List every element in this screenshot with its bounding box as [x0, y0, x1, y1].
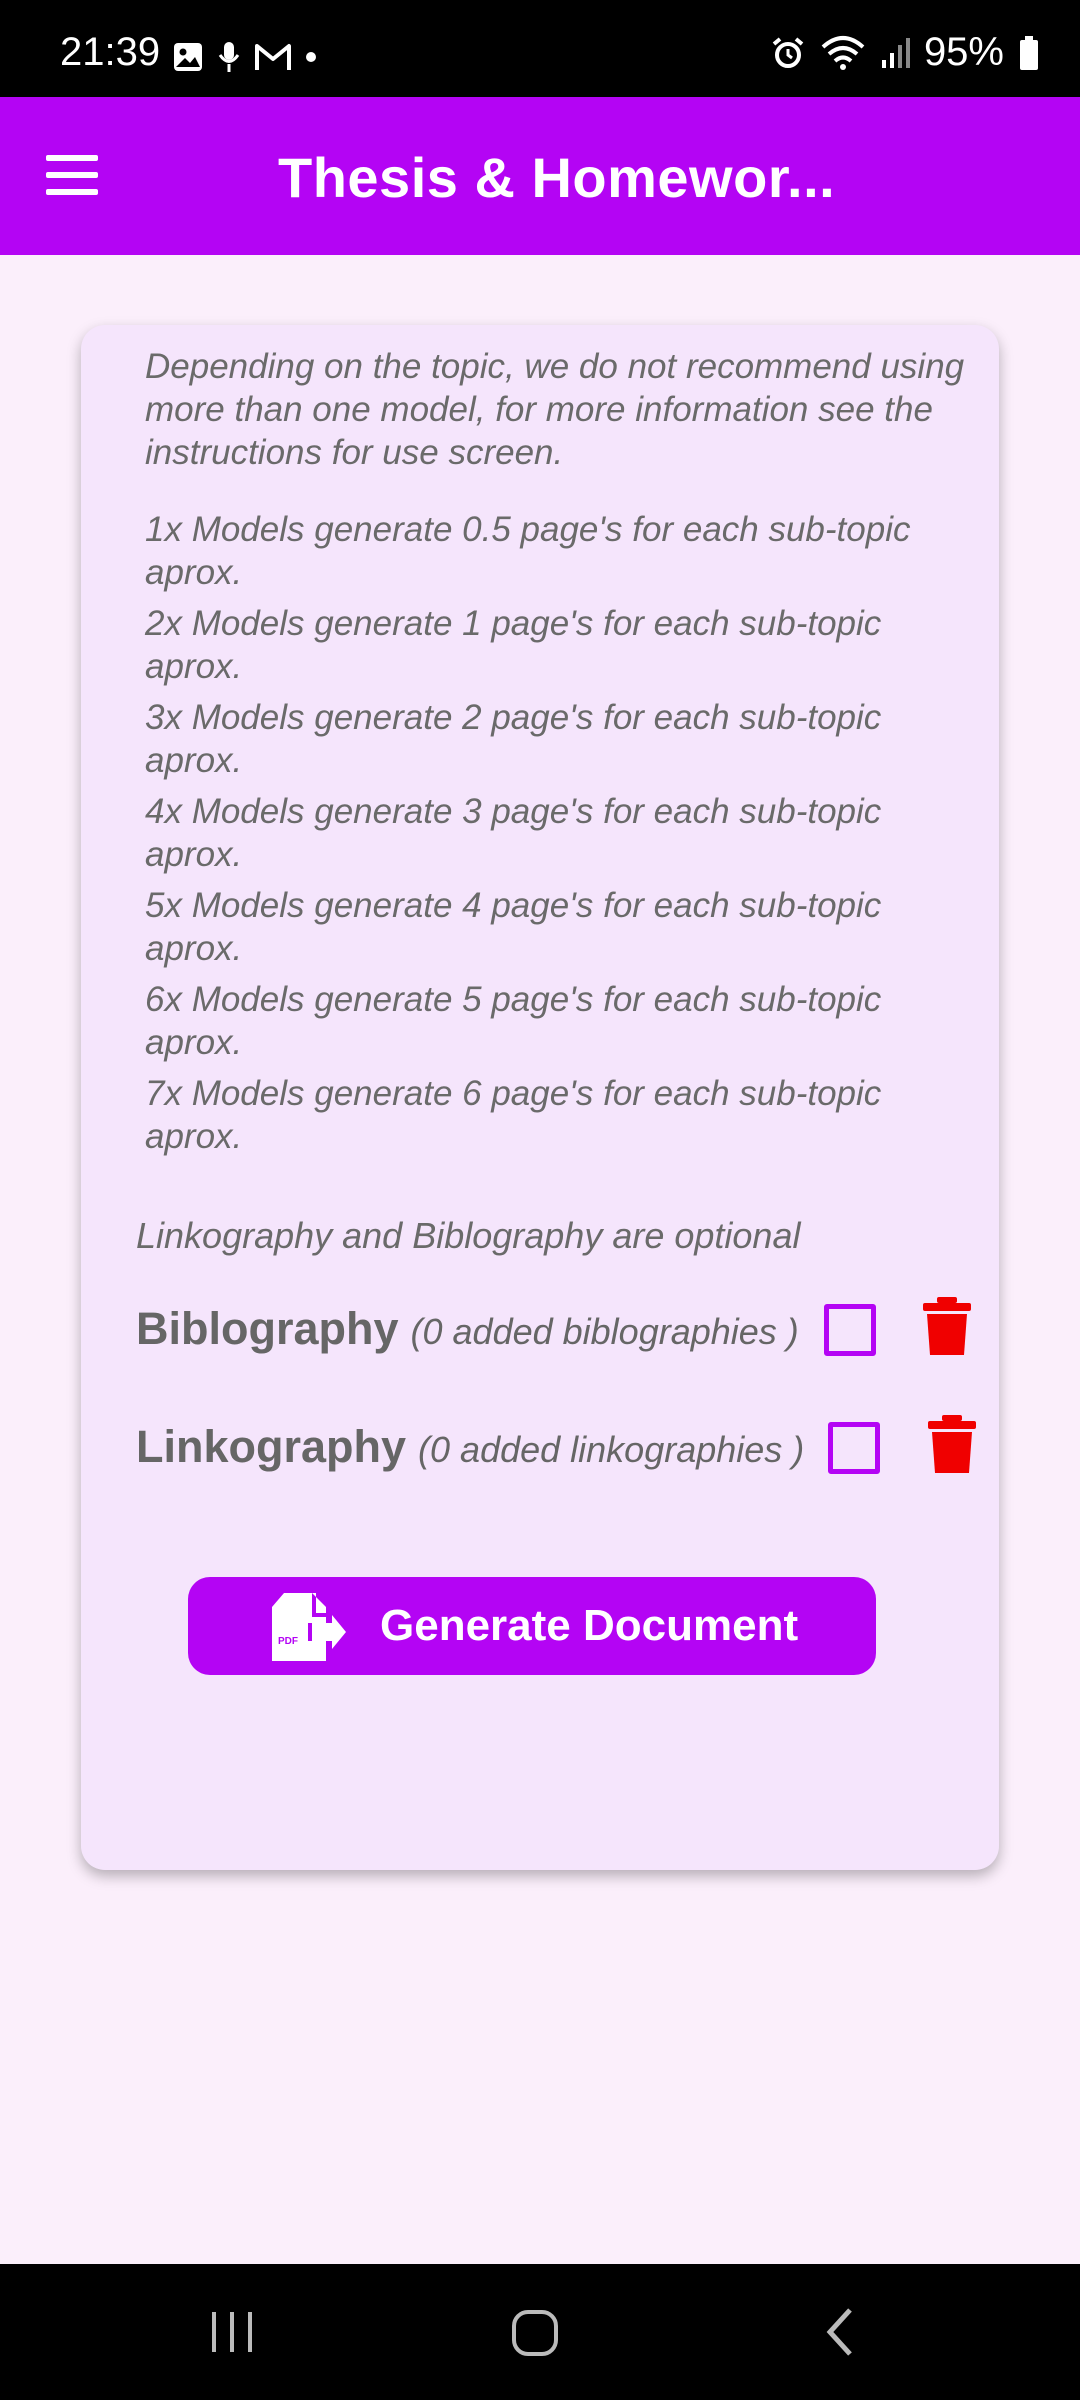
status-system-icons: 95%	[770, 30, 1040, 75]
linkography-delete-icon[interactable]	[926, 1415, 978, 1475]
model-item-5x: 5x Models generate 4 page's for each sub…	[145, 886, 882, 968]
generate-document-label: Generate Document	[380, 1601, 799, 1650]
battery-percent: 95%	[923, 30, 1004, 74]
status-notification-icons	[172, 40, 316, 74]
info-text: Depending on the topic, we do not recomm…	[145, 345, 995, 474]
battery-icon	[1020, 35, 1038, 70]
gmail-icon	[255, 44, 291, 70]
alarm-icon	[772, 36, 804, 68]
model-item-2x: 2x Models generate 1 page's for each sub…	[145, 604, 882, 686]
model-item-7x: 7x Models generate 6 page's for each sub…	[145, 1074, 882, 1156]
linkography-row: Linkography (0 added linkographies )	[136, 1421, 804, 1473]
hamburger-menu-icon[interactable]	[40, 149, 106, 203]
model-item-4x: 4x Models generate 3 page's for each sub…	[145, 792, 882, 874]
status-time: 21:39	[60, 30, 161, 74]
mic-icon	[218, 42, 240, 72]
linkography-count: (0 added linkographies )	[418, 1429, 805, 1470]
navigation-bar	[0, 2264, 1080, 2400]
models-list: 1x Models generate 0.5 page's for each s…	[145, 508, 965, 1166]
linkography-checkbox[interactable]	[828, 1422, 880, 1474]
biblography-row: Biblography (0 added biblographies )	[136, 1303, 799, 1355]
back-icon[interactable]	[820, 2304, 860, 2360]
generate-document-button[interactable]: PDF Generate Document	[188, 1577, 876, 1675]
pdf-export-icon: PDF	[272, 1593, 346, 1661]
dot-icon	[306, 52, 316, 62]
biblography-delete-icon[interactable]	[921, 1297, 973, 1357]
model-item-6x: 6x Models generate 5 page's for each sub…	[145, 980, 882, 1062]
wifi-icon	[821, 35, 865, 70]
gallery-icon	[174, 43, 202, 71]
home-icon[interactable]	[508, 2304, 564, 2360]
model-item-3x: 3x Models generate 2 page's for each sub…	[145, 698, 882, 780]
biblography-checkbox[interactable]	[824, 1304, 876, 1356]
recent-apps-icon[interactable]	[208, 2304, 256, 2360]
biblography-label: Biblography	[136, 1303, 399, 1354]
linkography-label: Linkography	[136, 1421, 407, 1472]
signal-icon	[881, 37, 910, 68]
biblography-count: (0 added biblographies )	[410, 1311, 799, 1352]
document-settings-card: Depending on the topic, we do not recomm…	[81, 325, 999, 1870]
model-item-1x: 1x Models generate 0.5 page's for each s…	[145, 510, 911, 592]
info-paragraph: Depending on the topic, we do not recomm…	[145, 347, 965, 472]
status-bar: 21:39 95%	[0, 0, 1080, 97]
page-title: Thesis & Homewor...	[278, 146, 836, 209]
app-toolbar: Thesis & Homewor...	[0, 97, 1080, 255]
pdf-icon-text: PDF	[278, 1636, 298, 1647]
optional-note: Linkography and Biblography are optional	[136, 1215, 801, 1256]
